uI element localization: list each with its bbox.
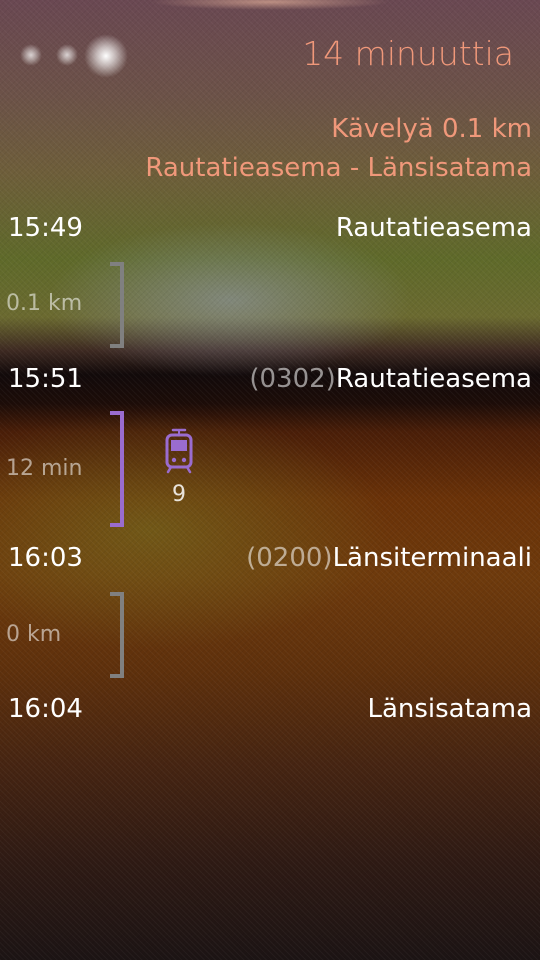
pulley-menu-indicator bbox=[150, 0, 390, 10]
stop-name: Rautatieasema bbox=[335, 364, 532, 394]
stop-code: (0200) bbox=[246, 543, 333, 573]
stop-time: 15:49 bbox=[8, 213, 83, 243]
page-dot bbox=[20, 44, 42, 66]
stop-name: Rautatieasema bbox=[335, 213, 532, 243]
route-summary: Rautatieasema - Länsisatama bbox=[145, 153, 532, 183]
leg-distance: 0 km bbox=[6, 622, 62, 647]
page-title: 14 minuuttia bbox=[302, 34, 514, 73]
leg-distance: 0.1 km bbox=[6, 291, 83, 316]
stop-time: 16:04 bbox=[8, 694, 83, 724]
walk-leg-bracket bbox=[110, 592, 124, 678]
stop-name: Länsisatama bbox=[367, 694, 532, 724]
tram-line-number: 9 bbox=[172, 482, 186, 507]
leg-duration: 12 min bbox=[6, 456, 83, 481]
stop-code: (0302) bbox=[249, 364, 336, 394]
page-indicator bbox=[18, 34, 128, 78]
stop-row[interactable]: Länsisatama bbox=[367, 694, 532, 724]
walk-summary: Kävelyä 0.1 km bbox=[331, 114, 532, 144]
page-dot-active bbox=[84, 34, 128, 78]
walk-leg-bracket bbox=[110, 262, 124, 348]
stop-time: 16:03 bbox=[8, 543, 83, 573]
stop-row[interactable]: (0302)Rautatieasema bbox=[249, 364, 532, 394]
stop-name: Länsiterminaali bbox=[332, 543, 532, 573]
tram-leg-bracket bbox=[110, 411, 124, 527]
tram-icon[interactable] bbox=[164, 428, 194, 474]
stop-time: 15:51 bbox=[8, 364, 83, 394]
page-dot bbox=[56, 44, 78, 66]
stop-row[interactable]: Rautatieasema bbox=[336, 213, 532, 243]
stop-row[interactable]: (0200)Länsiterminaali bbox=[246, 543, 532, 573]
